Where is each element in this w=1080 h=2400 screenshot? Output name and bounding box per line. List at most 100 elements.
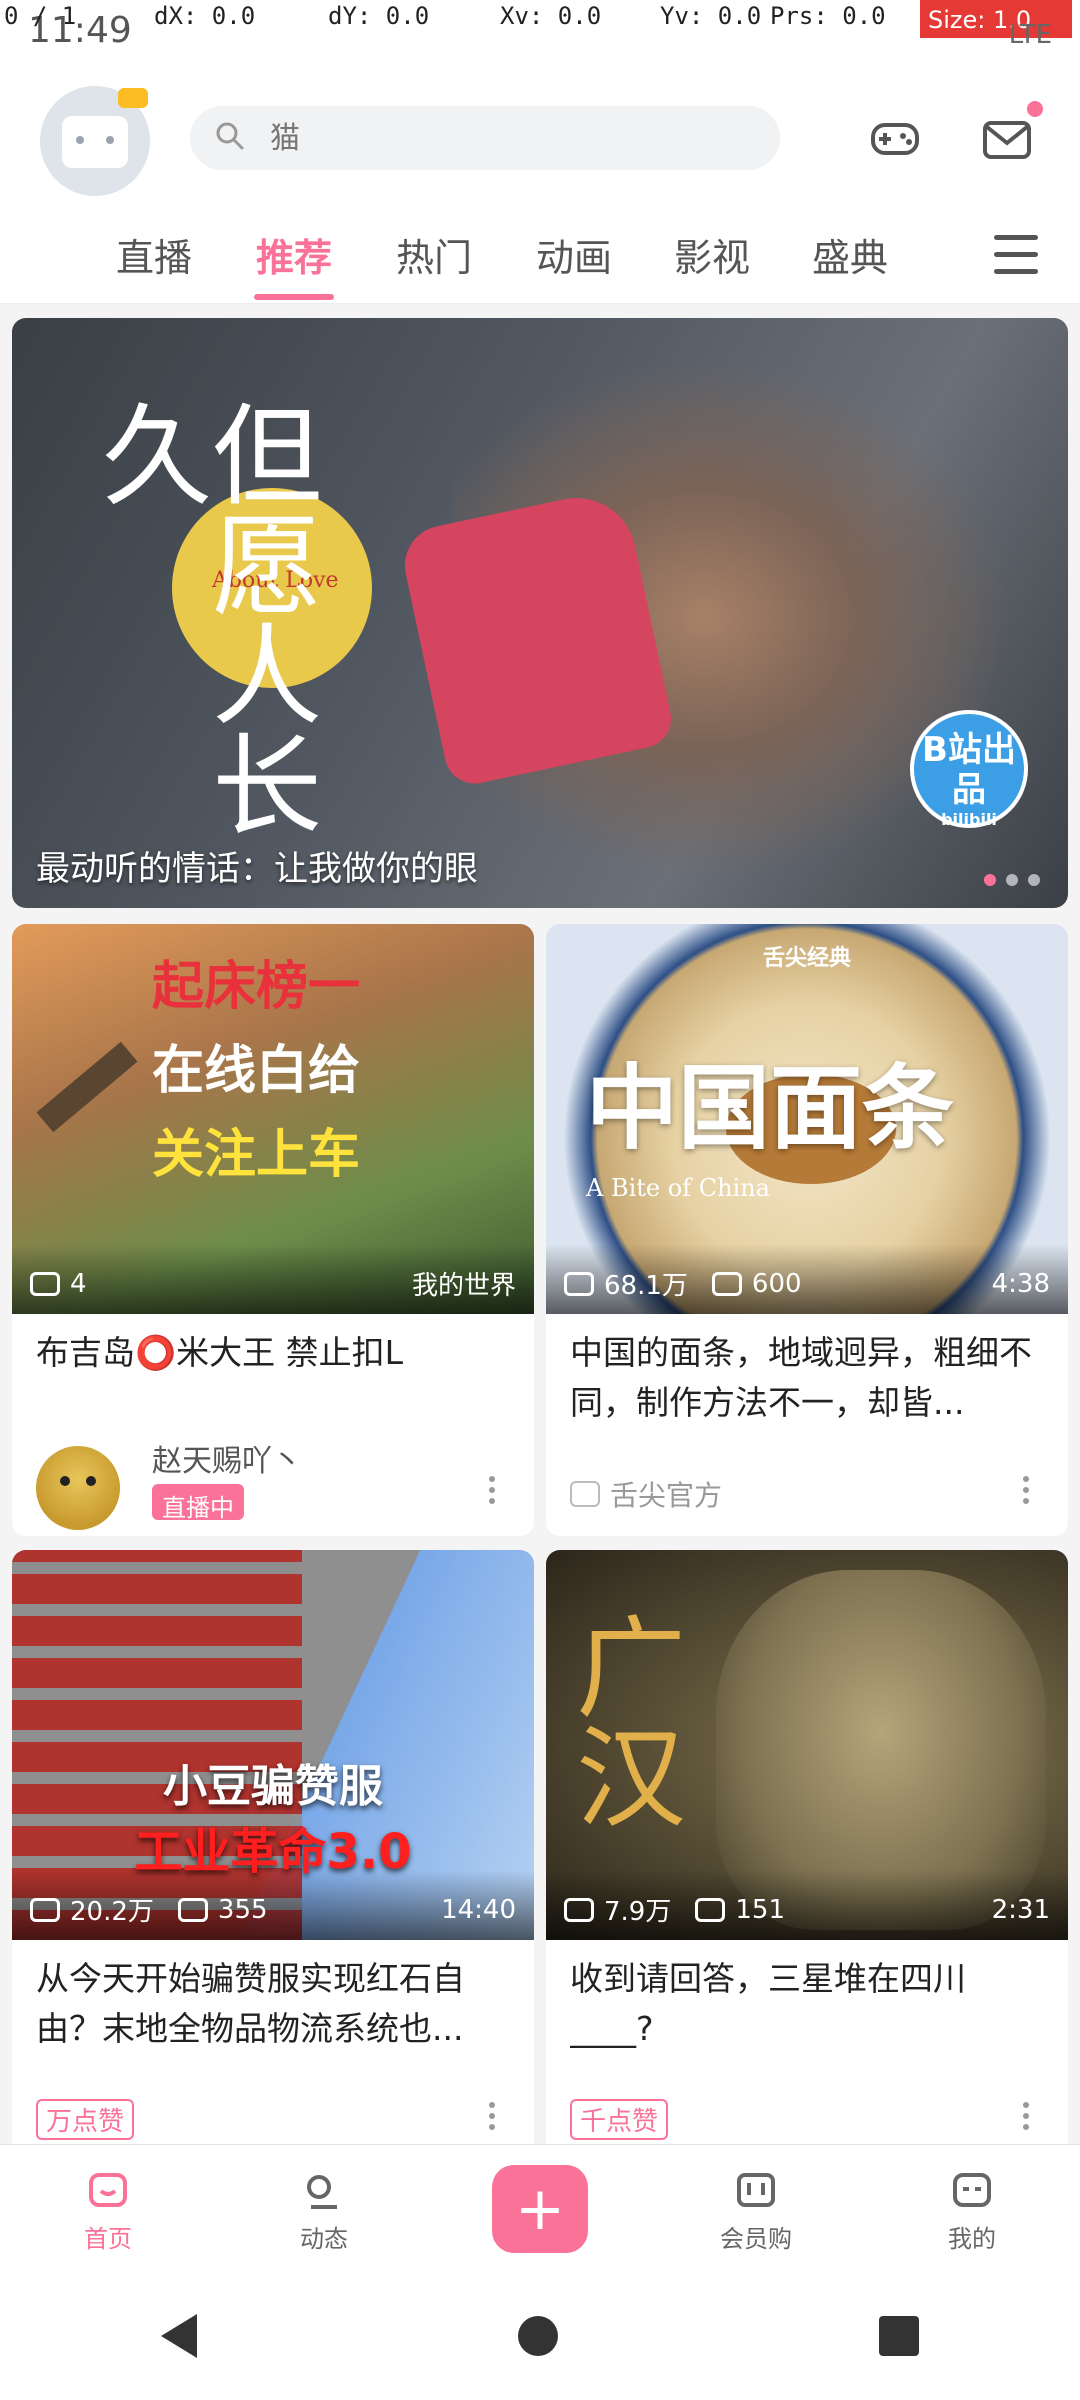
- thumb-text: 中国面条: [586, 1054, 955, 1162]
- avatar-badge: [118, 88, 148, 108]
- video-title: 从今天开始骗赞服实现红石自由？末地全物品物流系统也...: [36, 1959, 465, 2048]
- view-count: 20.2万: [70, 1897, 154, 1927]
- debug-xv: Xv: 0.0: [500, 2, 602, 30]
- thumb-text: 广汉: [557, 1610, 685, 1830]
- nav-label: 动态: [300, 2224, 348, 2253]
- banner-calligraphy: 但愿人长久: [83, 398, 321, 838]
- danmaku-count: 355: [217, 1894, 268, 1925]
- tab-film[interactable]: 影视: [644, 204, 780, 304]
- tab-menu-button[interactable]: [976, 218, 1056, 290]
- play-count-icon: [30, 1897, 60, 1922]
- more-options-button[interactable]: [1006, 1470, 1046, 1510]
- debug-yv: Yv: 0.0: [660, 2, 762, 30]
- thumb-text: A Bite of China: [586, 1174, 770, 1202]
- video-stats: 4 我的世界: [30, 1265, 516, 1302]
- nav-label: 我的: [948, 2224, 996, 2253]
- streamer-avatar[interactable]: [36, 1446, 120, 1530]
- bottom-navigation: 首页 动态 + 会员购 我的: [0, 2144, 1080, 2272]
- tab-recommend[interactable]: 推荐: [224, 204, 364, 304]
- nav-shop[interactable]: 会员购: [648, 2145, 864, 2273]
- view-count: 68.1万: [604, 1271, 688, 1301]
- video-title: 收到请回答，三星堆在四川____?: [570, 1959, 966, 2048]
- nav-label: 会员购: [720, 2224, 792, 2253]
- danmaku-icon: [177, 1897, 208, 1922]
- video-duration: 14:40: [441, 1894, 516, 1925]
- more-options-button[interactable]: [472, 2096, 512, 2136]
- plus-icon: +: [492, 2165, 588, 2253]
- tab-festival[interactable]: 盛典: [780, 204, 920, 304]
- video-stats: 7.9万 151 2:31: [564, 1891, 1050, 1928]
- status-bar: 11:49 0 / 1 dX: 0.0 dY: 0.0 Xv: 0.0 Yv: …: [0, 0, 1080, 64]
- thumb-text: 起床榜一: [152, 957, 361, 1017]
- search-input[interactable]: [270, 116, 750, 160]
- home-icon: [89, 2172, 127, 2207]
- video-card[interactable]: 舌尖经典 中国面条 A Bite of China 68.1万 600 4:38…: [546, 924, 1068, 1536]
- video-title: 中国的面条，地域迥异，粗细不同，制作方法不一，却皆...: [570, 1333, 1032, 1422]
- game-center-button[interactable]: [860, 104, 930, 174]
- video-card[interactable]: 小豆骗赞服 工业革命3.0 20.2万 355 14:40 从今天开始骗赞服实现…: [12, 1550, 534, 2144]
- danmaku-count: 600: [751, 1268, 802, 1299]
- notification-dot: [1024, 98, 1046, 120]
- game-controller-icon: [871, 123, 919, 155]
- nav-dynamic[interactable]: 动态: [216, 2145, 432, 2273]
- video-stats: 68.1万 600 4:38: [564, 1265, 1050, 1302]
- view-count: 4: [70, 1268, 87, 1299]
- profile-icon: [953, 2172, 991, 2207]
- debug-dx: dX: 0.0: [154, 2, 256, 30]
- danmaku-count: 151: [735, 1894, 785, 1925]
- category-tabs: 直播 推荐 热门 动画 影视 盛典: [0, 204, 1080, 304]
- home-button-icon[interactable]: [517, 2316, 558, 2356]
- top-header: [0, 64, 1080, 204]
- more-options-button[interactable]: [472, 1470, 512, 1510]
- nav-profile[interactable]: 我的: [864, 2145, 1080, 2273]
- network-indicator: LTE: [1008, 20, 1052, 50]
- thumb-text: 舌尖经典: [762, 946, 851, 971]
- thumb-text: 关注上车: [152, 1125, 361, 1185]
- likes-tag: 万点赞: [36, 2099, 135, 2140]
- live-badge: 直播中: [152, 1484, 244, 1522]
- danmaku-icon: [695, 1897, 726, 1922]
- sword-graphic: [36, 1041, 138, 1133]
- view-count: 7.9万: [604, 1897, 672, 1927]
- more-options-button[interactable]: [1006, 2096, 1046, 2136]
- video-feed[interactable]: About Love 但愿人长久 B站出品 bilibili 最动听的情话：让我…: [0, 304, 1080, 2144]
- category-tag: 我的世界: [411, 1271, 516, 1301]
- video-thumbnail: 舌尖经典 中国面条 A Bite of China 68.1万 600 4:38: [546, 924, 1068, 1314]
- video-duration: 4:38: [991, 1268, 1050, 1299]
- banner-carousel[interactable]: About Love 但愿人长久 B站出品 bilibili 最动听的情话：让我…: [12, 318, 1068, 908]
- video-duration: 2:31: [991, 1894, 1050, 1925]
- video-card[interactable]: 起床榜一 在线白给 关注上车 4 我的世界 布吉岛⭕米大王 禁止扣L 赵天赐吖丶…: [12, 924, 534, 1536]
- play-count-icon: [564, 1897, 594, 1922]
- uploader-name[interactable]: 舌尖官方: [610, 1474, 722, 1514]
- video-card[interactable]: 广汉 7.9万 151 2:31 收到请回答，三星堆在四川____? 千点赞: [546, 1550, 1068, 2144]
- nav-publish[interactable]: +: [432, 2145, 648, 2273]
- play-count-icon: [564, 1271, 594, 1296]
- messages-button[interactable]: [972, 98, 1046, 174]
- carousel-dots: [984, 874, 1040, 886]
- dynamic-icon: [307, 2174, 337, 2209]
- video-thumbnail: 广汉 7.9万 151 2:31: [546, 1550, 1068, 1940]
- tab-anime[interactable]: 动画: [504, 204, 644, 304]
- search-bar[interactable]: [190, 106, 780, 170]
- tv-icon: [62, 116, 128, 168]
- recents-icon[interactable]: [879, 2316, 920, 2356]
- video-title: 布吉岛⭕米大王 禁止扣L: [36, 1333, 403, 1372]
- video-meta: 万点赞: [36, 2099, 464, 2140]
- shop-icon: [737, 2172, 775, 2207]
- banner-caption: 最动听的情话：让我做你的眼: [36, 849, 478, 889]
- back-icon[interactable]: [160, 2314, 197, 2358]
- likes-tag: 千点赞: [570, 2099, 669, 2140]
- debug-pointer: 0 / 1: [4, 2, 77, 30]
- nav-home[interactable]: 首页: [0, 2145, 216, 2273]
- tab-hot[interactable]: 热门: [364, 204, 504, 304]
- logo-text: B站出品: [922, 730, 1016, 810]
- streamer-name: 赵天赐吖丶: [152, 1444, 302, 1479]
- nav-label: 首页: [84, 2224, 132, 2253]
- tab-live[interactable]: 直播: [84, 204, 224, 304]
- live-icon: [30, 1271, 60, 1296]
- video-thumbnail: 起床榜一 在线白给 关注上车 4 我的世界: [12, 924, 534, 1314]
- video-meta: 舌尖官方: [570, 1474, 998, 1514]
- uploader-icon: [570, 1481, 600, 1507]
- danmaku-icon: [711, 1271, 742, 1296]
- debug-dy: dY: 0.0: [328, 2, 430, 30]
